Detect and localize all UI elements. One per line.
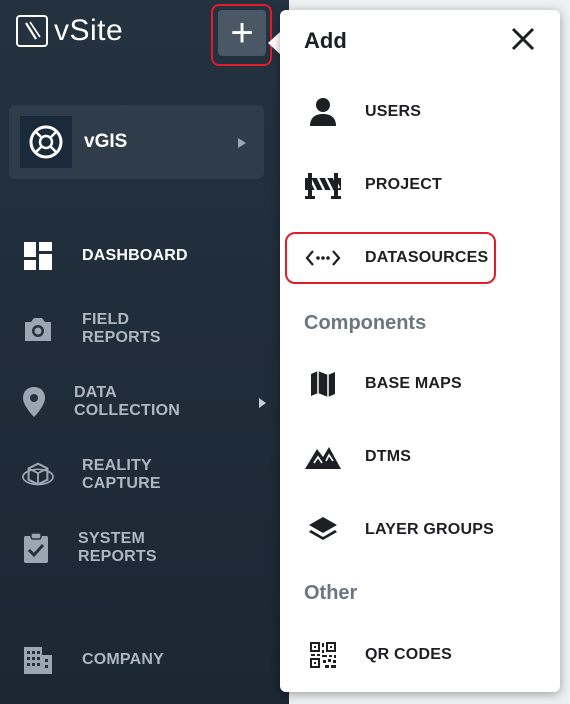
clipboard-check-icon bbox=[22, 532, 50, 564]
app-logo[interactable]: vSite bbox=[16, 14, 123, 48]
sidebar-item-label: COMPANY bbox=[82, 651, 164, 668]
building-icon bbox=[22, 644, 54, 676]
menu-item-qr-codes[interactable]: QR CODES bbox=[304, 635, 452, 675]
menu-item-layer-groups[interactable]: LAYER GROUPS bbox=[304, 510, 494, 550]
sidebar-item-data-collection[interactable]: DATA COLLECTION bbox=[22, 384, 188, 419]
terrain-icon bbox=[304, 438, 342, 476]
map-pin-icon bbox=[22, 386, 46, 418]
sidebar-item-label: REALITY CAPTURE bbox=[82, 457, 161, 492]
organization-avatar bbox=[20, 116, 72, 168]
menu-item-dtms[interactable]: DTMS bbox=[304, 437, 411, 477]
section-heading-components: Components bbox=[304, 312, 427, 334]
section-heading-other: Other bbox=[304, 582, 358, 604]
menu-item-label: LAYER GROUPS bbox=[365, 521, 494, 538]
sidebar-item-label: DATA COLLECTION bbox=[74, 384, 180, 419]
menu-item-base-maps[interactable]: BASE MAPS bbox=[304, 364, 462, 404]
plus-icon: + bbox=[230, 11, 254, 55]
user-icon bbox=[304, 93, 342, 131]
dropdown-title: Add bbox=[304, 28, 347, 53]
menu-item-label: QR CODES bbox=[365, 646, 452, 663]
sidebar-item-reality-capture[interactable]: REALITY CAPTURE bbox=[22, 457, 161, 492]
layers-icon bbox=[304, 511, 342, 549]
menu-item-label: PROJECT bbox=[365, 176, 442, 193]
add-dropdown-menu: Add USERS PROJECT DATASOURCES Components… bbox=[280, 10, 560, 692]
app-name: vSite bbox=[54, 14, 124, 47]
map-icon bbox=[304, 365, 342, 403]
menu-item-datasources[interactable]: DATASOURCES bbox=[304, 238, 488, 278]
organization-name: vGIS bbox=[84, 131, 128, 152]
datasource-icon bbox=[304, 239, 342, 277]
sidebar-item-label: SYSTEM REPORTS bbox=[78, 530, 157, 565]
vsite-logo-icon bbox=[16, 15, 48, 47]
menu-item-users[interactable]: USERS bbox=[304, 92, 421, 132]
sidebar-item-field-reports[interactable]: FIELD REPORTS bbox=[22, 311, 161, 346]
sidebar-item-label: DASHBOARD bbox=[82, 247, 188, 264]
menu-item-project[interactable]: PROJECT bbox=[304, 165, 442, 205]
sidebar-item-label: FIELD REPORTS bbox=[82, 311, 161, 346]
sidebar-item-system-reports[interactable]: SYSTEM REPORTS bbox=[22, 530, 161, 565]
qr-code-icon bbox=[304, 636, 342, 674]
menu-item-label: DATASOURCES bbox=[365, 249, 489, 266]
menu-item-label: DTMS bbox=[365, 448, 412, 465]
dashboard-icon bbox=[22, 240, 54, 272]
dropdown-caret bbox=[268, 32, 280, 54]
camera-icon bbox=[22, 313, 54, 345]
sidebar-item-dashboard[interactable]: DASHBOARD bbox=[22, 240, 188, 272]
cube-360-icon bbox=[22, 459, 54, 491]
chevron-right-icon bbox=[238, 138, 246, 148]
chevron-right-icon bbox=[259, 398, 266, 408]
menu-item-label: USERS bbox=[365, 103, 422, 120]
organization-switcher[interactable]: vGIS bbox=[9, 105, 264, 179]
add-button[interactable]: + bbox=[218, 10, 266, 56]
barrier-icon bbox=[304, 166, 342, 204]
sidebar-item-company[interactable]: COMPANY bbox=[22, 644, 164, 676]
menu-item-label: BASE MAPS bbox=[365, 375, 462, 392]
sidebar: vSite + vGIS DASHBOARD FIELD REPORTS DAT… bbox=[0, 0, 289, 704]
close-icon[interactable] bbox=[510, 26, 536, 52]
